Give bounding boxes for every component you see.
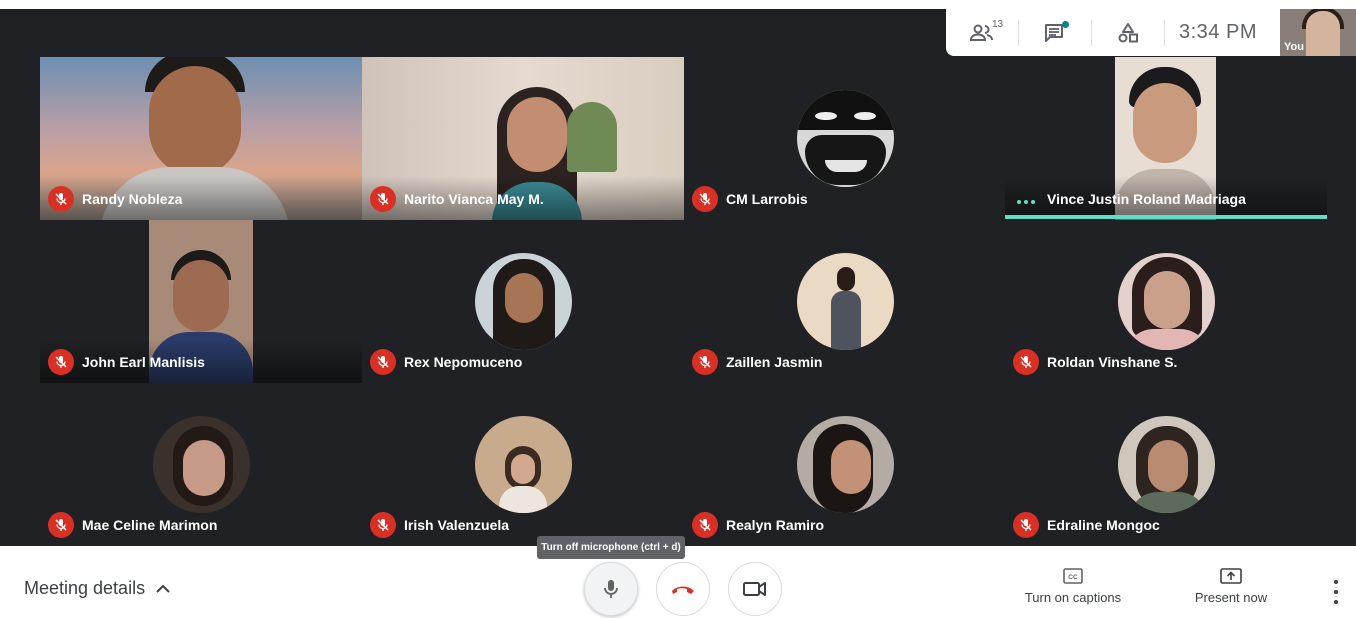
participant-name: Roldan Vinshane S. [1047,354,1178,370]
camera-toggle-button[interactable] [728,562,782,616]
participant-tile[interactable]: Irish Valenzuela [362,383,684,546]
people-icon [970,24,993,41]
participant-tile[interactable]: John Earl Manlisis [40,220,362,383]
present-label: Present now [1194,590,1268,605]
participant-name: Zaillen Jasmin [726,354,823,370]
activities-button[interactable] [1092,9,1164,56]
top-toolbar: 13 3:34 PM [946,9,1280,56]
mic-off-icon [48,349,74,375]
participants-button[interactable]: 13 [946,9,1018,56]
participant-name: John Earl Manlisis [82,354,205,370]
participant-avatar [797,90,894,187]
leave-call-button[interactable] [656,562,710,616]
participant-avatar [797,253,894,350]
video-camera-icon [743,582,766,596]
participant-name: Mae Celine Marimon [82,517,218,533]
mic-off-icon [370,349,396,375]
participant-tile[interactable]: Rex Nepomuceno [362,220,684,383]
microphone-toggle-button[interactable] [584,562,638,616]
more-options-icon[interactable] [1326,580,1346,604]
mic-off-icon [48,186,74,212]
hang-up-icon [672,586,694,594]
participant-tile[interactable]: Mae Celine Marimon [40,383,362,546]
participant-avatar [1118,416,1215,513]
self-label: You [1284,41,1304,53]
participant-tile[interactable]: Randy Nobleza [40,57,362,220]
participant-name: Realyn Ramiro [726,517,825,533]
participant-name: Rex Nepomuceno [404,354,523,370]
mic-off-icon [1013,512,1039,538]
chat-button[interactable] [1019,9,1091,56]
participant-avatar [153,416,250,513]
participants-count: 13 [992,19,1004,30]
chevron-up-icon [156,584,170,593]
participant-name: CM Larrobis [726,191,808,207]
participant-name: Edraline Mongoc [1047,517,1160,533]
mic-off-icon [48,512,74,538]
mic-off-icon [692,186,718,212]
mic-off-icon [370,512,396,538]
meeting-details-button[interactable]: Meeting details [24,578,171,599]
participant-tile[interactable]: Edraline Mongoc [1005,383,1327,546]
captions-button[interactable]: CC Turn on captions [1021,568,1125,605]
active-speaker-bar [1005,215,1327,219]
participant-name: Narito Vianca May M. [404,191,544,207]
microphone-tooltip: Turn off microphone (ctrl + d) [537,536,685,559]
present-screen-icon [1220,568,1242,584]
meeting-details-label: Meeting details [24,578,146,598]
participant-tile[interactable]: Vince Justin Roland Madriaga [1005,57,1327,220]
participant-name: Randy Nobleza [82,191,183,207]
mic-off-icon [692,512,718,538]
microphone-icon [604,580,618,598]
participant-tile[interactable]: Zaillen Jasmin [684,220,1006,383]
present-now-button[interactable]: Present now [1191,568,1271,605]
svg-text:CC: CC [1068,574,1078,581]
self-video [1306,11,1340,56]
participant-tile[interactable]: Realyn Ramiro [684,383,1006,546]
participant-tile[interactable]: Narito Vianca May M. [362,57,684,220]
top-strip [0,0,1356,9]
participant-tile[interactable]: CM Larrobis [684,57,1006,220]
shapes-icon [1118,22,1138,42]
captions-label: Turn on captions [1024,590,1122,605]
mic-off-icon [1013,349,1039,375]
unread-dot [1062,21,1069,28]
self-view-thumbnail[interactable]: You [1280,9,1356,56]
closed-captions-icon: CC [1063,568,1083,584]
participant-avatar [797,416,894,513]
speaking-indicator-icon [1017,200,1035,204]
participant-avatar [475,416,572,513]
participant-avatar [1118,253,1215,350]
mic-off-icon [370,186,396,212]
clock: 3:34 PM [1179,21,1257,43]
participant-name: Vince Justin Roland Madriaga [1047,191,1246,207]
participant-avatar [475,253,572,350]
plant [567,102,617,172]
mic-off-icon [692,349,718,375]
participant-name: Irish Valenzuela [404,517,510,533]
participant-tile[interactable]: Roldan Vinshane S. [1005,220,1327,383]
